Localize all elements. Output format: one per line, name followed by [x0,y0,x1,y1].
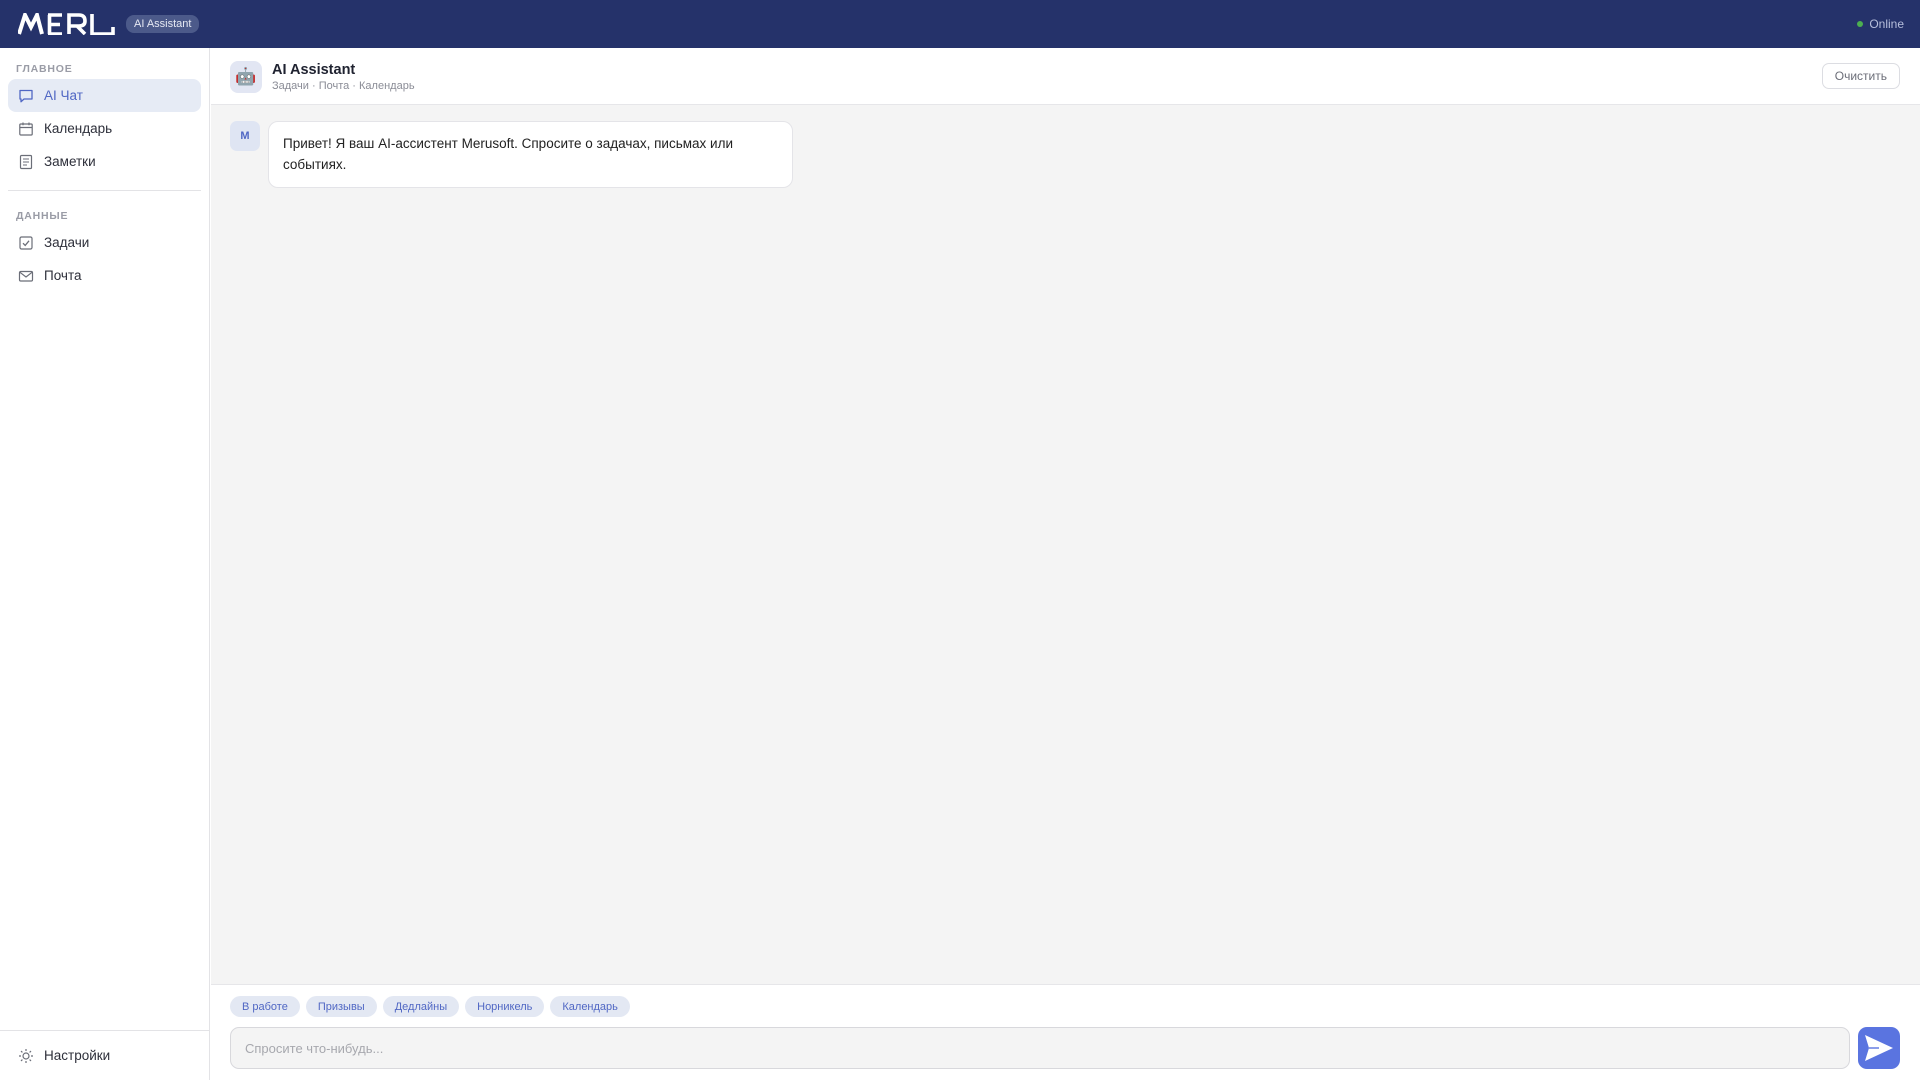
chat-bubble-icon [18,88,34,104]
sidebar-item-label: Задачи [44,235,90,250]
assistant-avatar: M [230,121,260,151]
send-arrow-icon [1865,1035,1893,1061]
chip-nornickel[interactable]: Норникель [465,996,545,1017]
sidebar-item-label: AI Чат [44,88,83,103]
send-button[interactable] [1858,1027,1900,1069]
sidebar: ГЛАВНОЕ AI Чат Календарь Заметки ДАННЫЕ … [0,48,210,1080]
app-badge: AI Assistant [126,15,200,33]
chip-deadlines[interactable]: Дедлайны [382,996,460,1017]
chat-header: 🤖 AI Assistant Задачи · Почта · Календар… [211,48,1920,105]
suggestion-chips: В работе Призывы Дедлайны Норникель Кале… [230,996,630,1017]
sidebar-item-label: Календарь [44,121,113,136]
message-bubble: Привет! Я ваш AI-ассистент Merusoft. Спр… [268,121,793,188]
chat-subtitle: Задачи · Почта · Календарь [272,80,415,92]
sidebar-item-settings[interactable]: Настройки [8,1039,201,1072]
sidebar-item-tasks[interactable]: Задачи [8,226,201,259]
message-row: M Привет! Я ваш AI-ассистент Merusoft. С… [230,121,793,188]
composer: В работе Призывы Дедлайны Норникель Кале… [211,984,1920,1080]
message-input[interactable] [230,1027,1850,1069]
chat-panel: 🤖 AI Assistant Задачи · Почта · Календар… [211,48,1920,1080]
sun-gear-icon [18,1048,34,1064]
merl-logo[interactable] [18,12,116,36]
mail-icon [18,268,34,284]
section-label-main: ГЛАВНОЕ [16,63,73,75]
notes-icon [18,154,34,170]
section-label-data: ДАННЫЕ [16,210,69,222]
checkbox-icon [18,235,34,251]
sidebar-item-label: Настройки [44,1048,111,1063]
chat-title: AI Assistant [272,62,356,78]
clear-button[interactable]: Очистить [1821,63,1900,89]
sidebar-item-label: Заметки [44,154,96,169]
top-bar: AI Assistant Online [0,0,1920,48]
robot-icon: 🤖 [230,61,262,93]
sidebar-item-calendar[interactable]: Календарь [8,112,201,145]
sidebar-item-notes[interactable]: Заметки [8,145,201,178]
calendar-icon [18,121,34,137]
chip-calls[interactable]: Призывы [305,996,377,1017]
sidebar-footer: Настройки [0,1030,209,1080]
merl-logo-icon [18,13,115,35]
sidebar-item-ai-chat[interactable]: AI Чат [8,79,201,112]
sidebar-item-label: Почта [44,268,82,283]
status-label: Online [1869,17,1904,31]
status-dot-icon [1857,21,1864,27]
sidebar-divider [8,190,201,191]
sidebar-item-mail[interactable]: Почта [8,259,201,292]
chip-in-progress[interactable]: В работе [230,996,300,1017]
chip-calendar[interactable]: Календарь [550,996,630,1017]
connection-status: Online [1857,0,1904,48]
